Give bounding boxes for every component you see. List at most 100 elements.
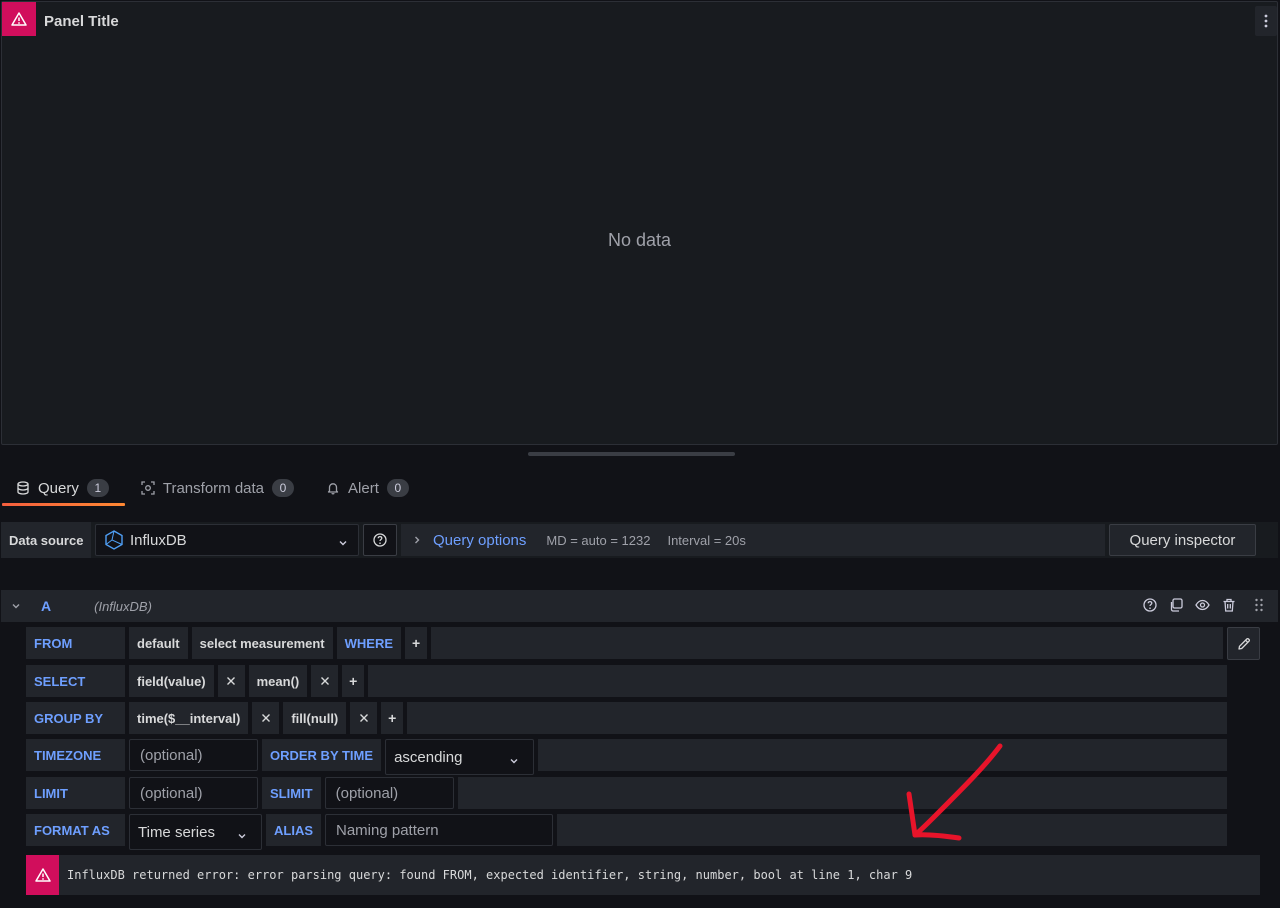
warning-icon — [34, 868, 51, 882]
from-keyword: FROM — [26, 627, 125, 659]
tab-alert-label: Alert — [348, 479, 379, 497]
datasource-picker[interactable]: InfluxDB — [95, 524, 359, 556]
query-options-toggle[interactable]: Query options MD = auto = 1232 Interval … — [401, 524, 1105, 556]
remove-fill-button[interactable] — [350, 702, 378, 734]
where-keyword: WHERE — [336, 627, 402, 659]
hide-query-icon[interactable] — [1195, 598, 1210, 612]
tab-alert[interactable]: Alert 0 — [310, 470, 425, 506]
group-by-row: GROUP BY time($__interval) fill(null) + — [26, 702, 1227, 734]
influxdb-icon — [105, 530, 123, 550]
add-where-button[interactable]: + — [405, 627, 428, 659]
format-as-keyword: FORMAT AS — [26, 814, 125, 846]
tab-transform-count: 0 — [272, 479, 295, 497]
panel-menu-button[interactable] — [1255, 6, 1277, 36]
add-group-by-button[interactable]: + — [381, 702, 404, 734]
format-as-select[interactable]: Time series — [129, 814, 262, 850]
remove-aggregation-button[interactable] — [311, 665, 339, 697]
tab-transform-label: Transform data — [162, 479, 265, 497]
group-by-row-filler — [407, 702, 1227, 734]
query-ref-id[interactable]: A — [41, 598, 51, 614]
timezone-keyword: TIMEZONE — [26, 739, 125, 771]
error-indicator — [26, 855, 59, 895]
select-keyword: SELECT — [26, 665, 125, 697]
interval-info: Interval = 20s — [667, 532, 746, 548]
alias-keyword: ALIAS — [266, 814, 321, 846]
limit-row: LIMIT (optional) SLIMIT (optional) — [26, 777, 1227, 809]
chevron-down-icon — [338, 535, 348, 552]
aggregation-segment[interactable]: mean() — [248, 665, 308, 697]
query-row-header: A (InfluxDB) — [1, 590, 1278, 622]
tab-query-label: Query — [38, 479, 79, 497]
group-by-keyword: GROUP BY — [26, 702, 125, 734]
panel: Panel Title No data — [1, 1, 1278, 445]
measurement-segment[interactable]: select measurement — [191, 627, 333, 659]
close-icon — [320, 677, 329, 685]
transform-icon — [141, 481, 155, 495]
bell-icon — [326, 481, 340, 495]
datasource-value: InfluxDB — [130, 531, 187, 549]
alias-input[interactable]: Naming pattern — [325, 814, 553, 846]
datasource-label: Data source — [1, 522, 92, 558]
tab-transform[interactable]: Transform data 0 — [125, 470, 310, 506]
delete-query-icon[interactable] — [1222, 598, 1236, 612]
annotation-arrow-icon — [906, 743, 1003, 841]
close-icon — [359, 714, 368, 722]
remove-field-button[interactable] — [217, 665, 245, 697]
limit-keyword: LIMIT — [26, 777, 125, 809]
slimit-keyword: SLIMIT — [262, 777, 321, 809]
format-as-row-filler — [557, 814, 1227, 846]
no-data-message: No data — [607, 230, 672, 250]
tab-query[interactable]: Query 1 — [0, 470, 125, 506]
max-data-points-info: MD = auto = 1232 — [546, 532, 651, 548]
timezone-row: TIMEZONE (optional) ORDER BY TIME ascend… — [26, 739, 1227, 775]
query-error-bar: InfluxDB returned error: error parsing q… — [26, 855, 1260, 895]
limit-input[interactable]: (optional) — [129, 777, 258, 809]
query-row-actions — [1143, 598, 1264, 612]
remove-time-button[interactable] — [252, 702, 280, 734]
limit-row-filler — [457, 777, 1227, 809]
timezone-input[interactable]: (optional) — [129, 739, 258, 771]
timezone-row-filler — [538, 739, 1227, 771]
database-icon — [16, 481, 30, 495]
select-row-filler — [368, 665, 1227, 697]
editor-tabs: Query 1 Transform data 0 Alert 0 — [0, 470, 425, 506]
collapse-query-toggle[interactable] — [11, 601, 21, 611]
from-row: FROM default select measurement WHERE + — [26, 627, 1223, 659]
time-interval-segment[interactable]: time($__interval) — [129, 702, 249, 734]
datasource-help-button[interactable] — [363, 524, 397, 556]
chevron-down-icon — [509, 753, 519, 770]
add-select-button[interactable]: + — [342, 665, 365, 697]
panel-resize-handle[interactable] — [528, 452, 735, 456]
order-by-value: ascending — [394, 748, 463, 766]
fill-segment[interactable]: fill(null) — [283, 702, 347, 734]
slimit-input[interactable]: (optional) — [324, 777, 454, 809]
field-segment[interactable]: field(value) — [129, 665, 214, 697]
format-as-value: Time series — [138, 823, 215, 841]
more-vertical-icon — [1264, 14, 1268, 28]
chevron-right-icon — [413, 535, 421, 545]
close-icon — [227, 677, 236, 685]
query-options-label: Query options — [433, 531, 527, 549]
tab-alert-count: 0 — [386, 479, 409, 497]
tab-query-count: 1 — [86, 479, 109, 497]
toggle-raw-query-button[interactable] — [1227, 627, 1260, 660]
from-row-filler — [431, 627, 1223, 659]
query-datasource-name: (InfluxDB) — [94, 598, 152, 614]
close-icon — [261, 714, 270, 722]
question-circle-icon — [373, 533, 387, 547]
query-inspector-button[interactable]: Query inspector — [1109, 524, 1256, 556]
duplicate-query-icon[interactable] — [1169, 598, 1183, 612]
retention-policy-segment[interactable]: default — [129, 627, 188, 659]
chevron-down-icon — [237, 828, 247, 845]
format-as-row: FORMAT AS Time series ALIAS Naming patte… — [26, 814, 1227, 850]
panel-error-indicator[interactable] — [2, 2, 36, 36]
error-message: InfluxDB returned error: error parsing q… — [67, 868, 913, 882]
order-by-time-keyword: ORDER BY TIME — [262, 739, 382, 771]
warning-icon — [11, 12, 27, 26]
pencil-icon — [1237, 637, 1250, 650]
select-row: SELECT field(value) mean() + — [26, 665, 1227, 697]
order-by-select[interactable]: ascending — [385, 739, 535, 775]
query-help-icon[interactable] — [1143, 598, 1157, 612]
query-header: Data source InfluxDB Query options MD = … — [1, 522, 1278, 558]
drag-handle-icon[interactable] — [1254, 598, 1264, 612]
